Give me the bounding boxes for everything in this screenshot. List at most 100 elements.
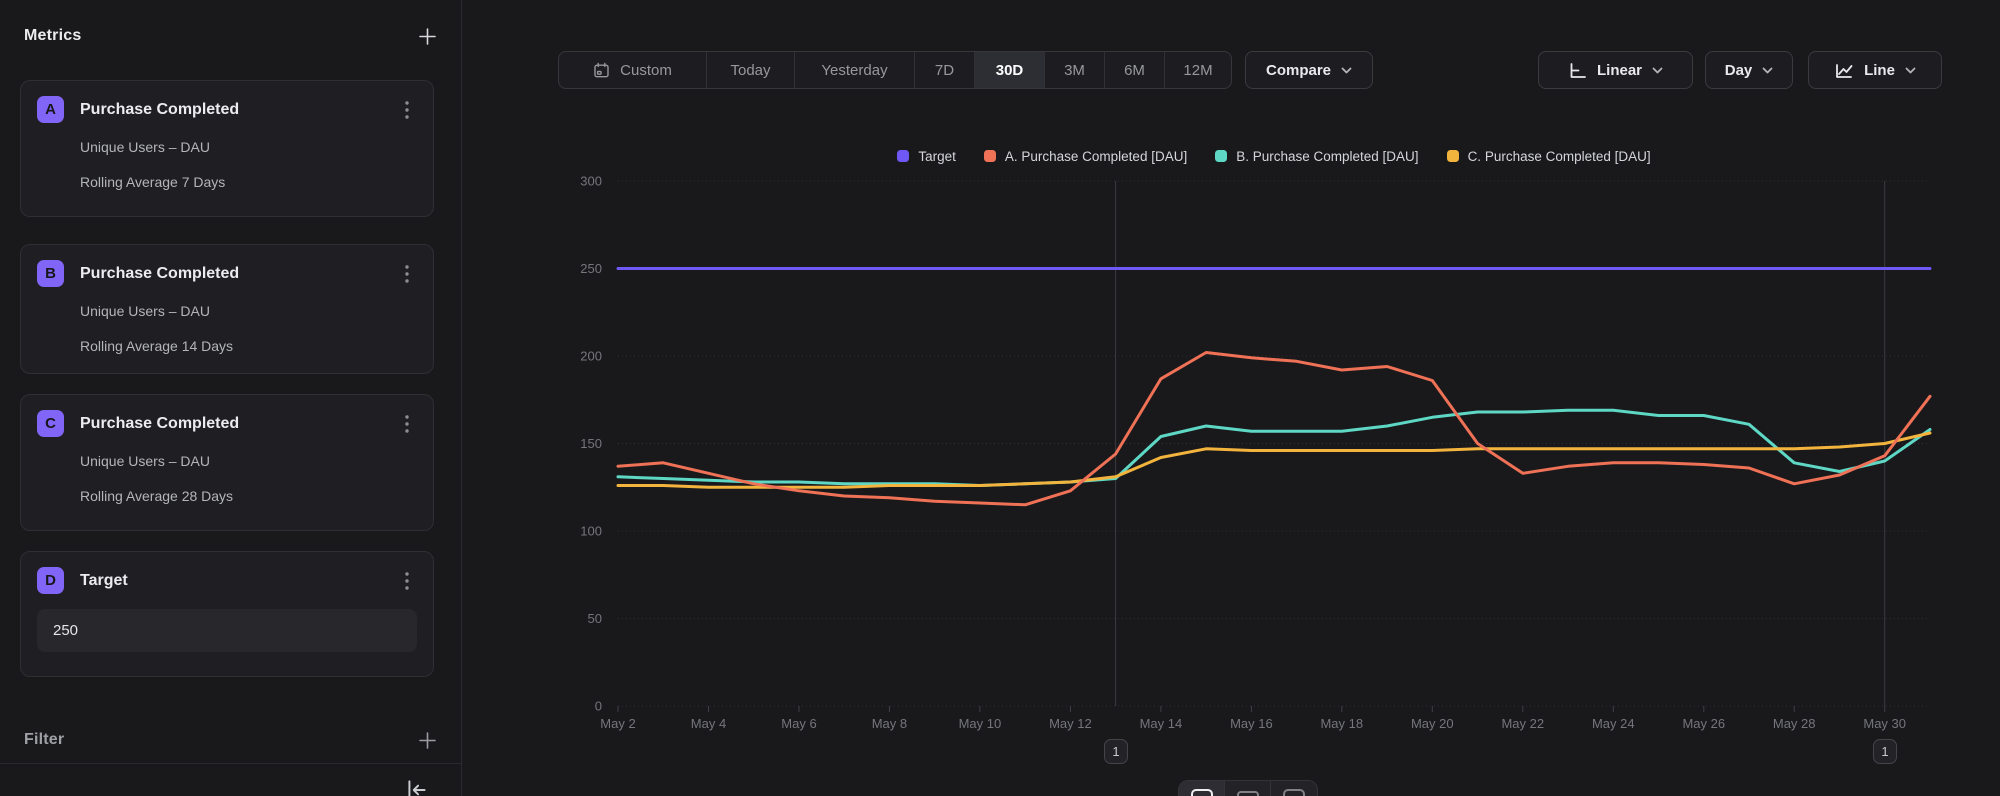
card-size-toggle — [1178, 780, 1318, 796]
x-axis-label: May 16 — [1230, 716, 1273, 731]
metric-card-header: C Purchase Completed — [21, 395, 433, 437]
chevron-down-icon — [1905, 67, 1916, 74]
date-range-selector: Custom Today Yesterday 7D 30D 3M 6M 12M — [558, 51, 1232, 89]
filter-section: Filter — [24, 726, 439, 754]
range-yesterday[interactable]: Yesterday — [795, 52, 915, 88]
x-axis-label: May 18 — [1320, 716, 1363, 731]
metric-title: Purchase Completed — [80, 101, 395, 119]
metric-card-header: A Purchase Completed — [21, 81, 433, 123]
y-axis-label: 300 — [580, 174, 602, 189]
metric-letter-badge: B — [37, 260, 64, 287]
range-12m[interactable]: 12M — [1165, 52, 1231, 88]
x-axis-label: May 14 — [1140, 716, 1183, 731]
metric-rolling-average: Rolling Average 14 Days — [80, 338, 433, 354]
plus-icon — [418, 27, 437, 46]
metrics-sidebar: Metrics A Purchase Completed Unique User… — [0, 0, 462, 796]
scale-button[interactable]: Linear — [1538, 51, 1693, 89]
filter-section-title: Filter — [24, 731, 64, 749]
range-today[interactable]: Today — [707, 52, 795, 88]
kebab-icon — [405, 265, 409, 283]
metric-menu-button[interactable] — [395, 412, 419, 436]
metric-card-a[interactable]: A Purchase Completed Unique Users – DAU … — [20, 80, 434, 217]
small-card-icon — [1283, 789, 1305, 796]
chevron-down-icon — [1652, 67, 1663, 74]
range-label: Custom — [620, 62, 672, 79]
x-axis-label: May 20 — [1411, 716, 1454, 731]
x-axis-label: May 4 — [691, 716, 726, 731]
y-axis-label: 100 — [580, 524, 602, 539]
x-axis-label: May 6 — [781, 716, 816, 731]
target-value-input[interactable]: 250 — [37, 609, 417, 652]
metric-menu-button[interactable] — [395, 262, 419, 286]
plus-icon — [418, 731, 437, 750]
line-chart-icon — [1834, 62, 1854, 79]
add-filter-button[interactable] — [415, 728, 439, 752]
range-custom[interactable]: Custom — [559, 52, 707, 88]
x-axis-label: May 10 — [959, 716, 1002, 731]
chart-panel: Custom Today Yesterday 7D 30D 3M 6M 12M … — [462, 0, 2000, 796]
chart-type-label: Line — [1864, 62, 1895, 79]
calendar-icon — [593, 62, 610, 79]
metric-measurement: Unique Users – DAU — [80, 453, 433, 469]
large-card-icon — [1191, 789, 1213, 796]
annotation-badge[interactable]: 1 — [1104, 739, 1128, 764]
metrics-dashboard: Metrics A Purchase Completed Unique User… — [0, 0, 2000, 796]
interval-button[interactable]: Day — [1705, 51, 1793, 89]
x-axis-label: May 30 — [1863, 716, 1906, 731]
add-metric-button[interactable] — [415, 24, 439, 48]
chart-type-button[interactable]: Line — [1808, 51, 1942, 89]
kebab-icon — [405, 572, 409, 590]
scale-label: Linear — [1597, 62, 1642, 79]
x-axis-label: May 26 — [1682, 716, 1725, 731]
compare-button[interactable]: Compare — [1245, 51, 1373, 89]
range-7d[interactable]: 7D — [915, 52, 975, 88]
metric-measurement: Unique Users – DAU — [80, 139, 433, 155]
metric-measurement: Unique Users – DAU — [80, 303, 433, 319]
y-axis-label: 50 — [588, 611, 602, 626]
y-axis-label: 200 — [580, 349, 602, 364]
metric-card-b[interactable]: B Purchase Completed Unique Users – DAU … — [20, 244, 434, 374]
range-30d[interactable]: 30D — [975, 52, 1045, 88]
metric-letter-badge: C — [37, 410, 64, 437]
target-title: Target — [80, 572, 395, 590]
range-3m[interactable]: 3M — [1045, 52, 1105, 88]
metric-rolling-average: Rolling Average 28 Days — [80, 488, 433, 504]
metric-letter-badge: D — [37, 567, 64, 594]
interval-label: Day — [1725, 62, 1753, 79]
card-size-small-button[interactable] — [1271, 781, 1317, 796]
kebab-icon — [405, 101, 409, 119]
target-card[interactable]: D Target 250 — [20, 551, 434, 677]
metric-menu-button[interactable] — [395, 569, 419, 593]
collapse-left-icon — [404, 777, 430, 796]
metrics-section-title: Metrics — [24, 27, 81, 45]
metric-letter-badge: A — [37, 96, 64, 123]
card-size-large-button[interactable] — [1179, 781, 1225, 796]
range-6m[interactable]: 6M — [1105, 52, 1165, 88]
annotation-badge[interactable]: 1 — [1873, 739, 1897, 764]
kebab-icon — [405, 415, 409, 433]
x-axis-label: May 28 — [1773, 716, 1816, 731]
chevron-down-icon — [1762, 67, 1773, 74]
y-axis-label: 150 — [580, 436, 602, 451]
metric-rolling-average: Rolling Average 7 Days — [80, 174, 433, 190]
x-axis-label: May 2 — [600, 716, 635, 731]
compare-label: Compare — [1266, 62, 1331, 79]
x-axis-label: May 8 — [872, 716, 907, 731]
metric-title: Purchase Completed — [80, 415, 395, 433]
series-line[interactable] — [618, 433, 1930, 487]
x-axis-label: May 24 — [1592, 716, 1635, 731]
medium-card-icon — [1237, 791, 1259, 796]
chart-svg: 0 50 100 150 200 250 300 May 2 May 4 May 6 May 8 Ma… — [462, 130, 2000, 796]
y-axis-label: 250 — [580, 261, 602, 276]
metric-card-c[interactable]: C Purchase Completed Unique Users – DAU … — [20, 394, 434, 531]
sidebar-header: Metrics — [24, 22, 439, 50]
chevron-down-icon — [1341, 67, 1352, 74]
metric-menu-button[interactable] — [395, 98, 419, 122]
metric-card-header: D Target — [21, 552, 433, 594]
card-size-medium-button[interactable] — [1225, 781, 1271, 796]
y-axis-label: 0 — [595, 699, 602, 714]
collapse-sidebar-button[interactable] — [403, 776, 431, 796]
metric-title: Purchase Completed — [80, 265, 395, 283]
x-axis-label: May 12 — [1049, 716, 1092, 731]
metric-card-header: B Purchase Completed — [21, 245, 433, 287]
